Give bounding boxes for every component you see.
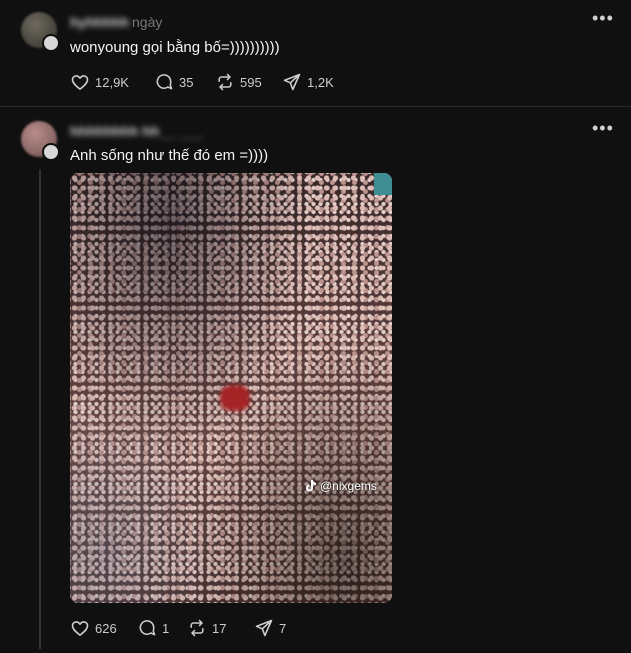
username[interactable]: hyhhhhh	[70, 14, 129, 30]
post-text: Anh sống như thế đó em =))))	[70, 147, 269, 164]
heart-icon	[71, 621, 89, 636]
repost-button[interactable]: 595	[215, 72, 282, 92]
more-options-button[interactable]: •••	[592, 119, 613, 142]
more-horizontal-icon: •••	[592, 118, 614, 138]
post-text: wonyoung gọi bằng bố=))))))))))	[70, 39, 280, 56]
repost-count: 595	[240, 74, 262, 90]
follow-badge-icon[interactable]	[42, 143, 60, 161]
follow-badge-icon[interactable]	[42, 34, 60, 52]
post-actions: 626 1 17 7	[70, 618, 286, 638]
username[interactable]: hhhhhhhh hh	[70, 123, 159, 139]
thread-post: hyhhhhh ngày ••• wonyoung gọi bằng bố=))…	[0, 0, 631, 107]
heart-icon	[71, 75, 89, 90]
like-button[interactable]: 626	[70, 618, 137, 638]
like-button[interactable]: 12,9K	[70, 72, 154, 92]
reply-count: 1	[162, 620, 170, 636]
tiktok-icon	[306, 480, 316, 492]
repost-icon	[218, 73, 232, 91]
like-count: 12,9K	[95, 74, 129, 90]
repost-count: 17	[212, 620, 227, 636]
post-time: __ ___	[160, 123, 203, 139]
share-button[interactable]: 7	[254, 618, 286, 638]
thread-line	[39, 169, 41, 649]
repost-icon	[190, 619, 204, 637]
reply-button[interactable]: 35	[154, 72, 215, 92]
more-horizontal-icon: •••	[592, 8, 614, 28]
repost-button[interactable]: 17	[187, 618, 254, 638]
reply-button[interactable]: 1	[137, 618, 187, 638]
reply-count: 35	[179, 74, 194, 90]
send-icon	[283, 73, 301, 91]
more-options-button[interactable]: •••	[592, 9, 613, 32]
comment-icon	[139, 620, 156, 636]
watermark-text: @nixgems	[320, 479, 377, 493]
post-actions: 12,9K 35 595 1,2K	[70, 72, 334, 92]
share-count: 1,2K	[307, 74, 334, 90]
thread-post: hhhhhhhh hh __ ___ ••• Anh sống như thế …	[0, 107, 631, 653]
share-count: 7	[279, 620, 287, 636]
post-time: ngày	[132, 14, 163, 30]
like-count: 626	[95, 620, 117, 636]
share-button[interactable]: 1,2K	[282, 72, 334, 92]
comment-icon	[156, 74, 173, 90]
post-video[interactable]: @nixgems	[70, 173, 392, 603]
video-watermark: @nixgems	[306, 479, 377, 493]
send-icon	[255, 619, 273, 637]
